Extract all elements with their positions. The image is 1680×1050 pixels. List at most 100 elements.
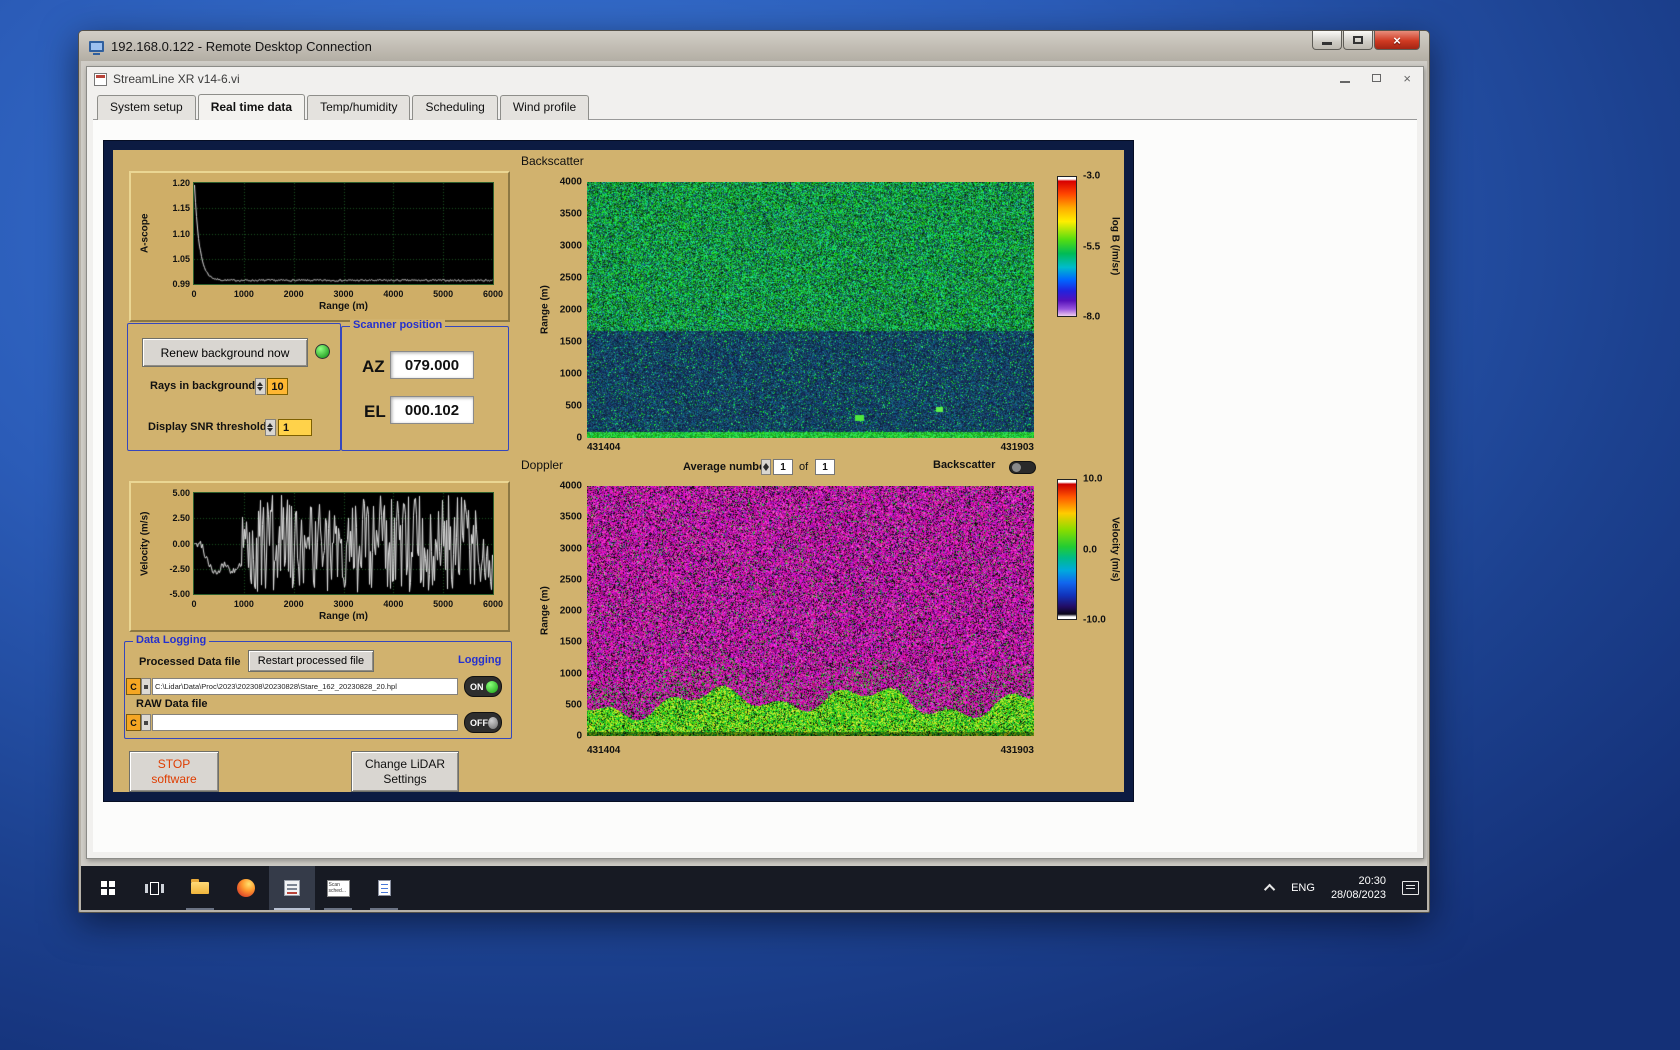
az-value-field[interactable]: 079.000	[390, 351, 474, 379]
file-explorer-button[interactable]	[177, 866, 223, 910]
average-of-field[interactable]: 1	[815, 459, 835, 475]
remote-desktop-icon	[89, 41, 104, 52]
increment-icon[interactable]	[257, 382, 263, 386]
ascope-y-ticks: 1.201.151.101.050.99	[159, 183, 190, 284]
tick-label: 1.15	[172, 203, 190, 213]
average-spinner[interactable]	[761, 459, 771, 475]
tick-label: 2500	[560, 574, 582, 585]
backscatter-heatmap[interactable]	[587, 182, 1034, 438]
tick-label: 2.50	[172, 513, 190, 523]
labview-app-icon	[284, 880, 300, 896]
app-restore-button[interactable]	[1372, 71, 1381, 85]
velocity-plot-area[interactable]	[193, 492, 494, 595]
labview-app-button[interactable]	[269, 866, 315, 910]
doppler-heatmap[interactable]	[587, 486, 1034, 736]
tick-label: 1500	[560, 337, 582, 348]
tab-system-setup[interactable]: System setup	[97, 95, 196, 120]
backscatter-x-start: 431404	[587, 442, 620, 453]
language-indicator[interactable]: ENG	[1291, 882, 1315, 894]
decrement-icon[interactable]	[267, 428, 273, 432]
maximize-button[interactable]	[1343, 31, 1373, 50]
processed-path-field[interactable]: C:\Lidar\Data\Proc\2023\202308\20230828\…	[152, 678, 458, 695]
backscatter-x-end: 431903	[934, 442, 1034, 453]
app-minimize-button[interactable]	[1340, 71, 1350, 85]
tick-label: 4000	[560, 177, 582, 188]
minimize-icon	[1340, 81, 1350, 83]
velocity-canvas	[194, 493, 493, 594]
rays-in-background-label: Rays in background	[150, 380, 255, 392]
snr-value-field[interactable]: 1	[278, 419, 312, 436]
notes-app-button[interactable]	[361, 866, 407, 910]
system-tray: ENG 20:30 28/08/2023	[1267, 866, 1419, 910]
tick-label: 2000	[560, 305, 582, 316]
tab-wind-profile[interactable]: Wind profile	[500, 95, 589, 120]
action-center-icon[interactable]	[1402, 881, 1419, 895]
app-window-controls: ×	[1340, 71, 1411, 85]
average-number-field[interactable]: 1	[773, 459, 793, 475]
raw-browse-button[interactable]	[141, 714, 151, 731]
tick-label: 3000	[560, 241, 582, 252]
doppler-y-axis-label: Range (m)	[538, 486, 552, 736]
ascope-plot-area[interactable]	[193, 182, 494, 285]
of-label: of	[799, 461, 808, 473]
app-titlebar[interactable]: StreamLine XR v14-6.vi ×	[87, 67, 1423, 91]
on-lamp-icon	[486, 681, 498, 693]
backscatter-view-toggle[interactable]	[1009, 461, 1036, 474]
average-number-label: Average number	[683, 461, 769, 473]
el-value-field[interactable]: 000.102	[390, 396, 474, 424]
maximize-icon	[1353, 36, 1363, 44]
rdp-titlebar[interactable]: 192.168.0.122 - Remote Desktop Connectio…	[79, 31, 1429, 61]
processed-drive-icon[interactable]: C	[126, 678, 141, 695]
tick-label: -10.0	[1083, 615, 1106, 626]
hidden-icons-chevron-icon[interactable]	[1264, 884, 1275, 895]
scan-scheduler-button[interactable]: Scan sched...	[315, 866, 361, 910]
velocity-plot-frame: Velocity (m/s) 5.002.500.00-2.50-5.00 01…	[129, 481, 510, 632]
tab-temp-humidity[interactable]: Temp/humidity	[307, 95, 410, 120]
document-icon	[378, 880, 391, 896]
restart-processed-file-button[interactable]: Restart processed file	[248, 650, 374, 672]
increment-icon[interactable]	[267, 423, 273, 427]
restore-icon	[1372, 74, 1381, 82]
stop-software-button[interactable]: STOP software	[129, 751, 219, 792]
tick-label: 2000	[284, 599, 304, 609]
firefox-icon	[237, 879, 255, 897]
close-button[interactable]: ×	[1374, 31, 1420, 50]
tick-label: 1000	[560, 668, 582, 679]
processed-browse-button[interactable]	[141, 678, 151, 695]
clock[interactable]: 20:30 28/08/2023	[1331, 874, 1386, 902]
tab-real-time-data[interactable]: Real time data	[198, 94, 305, 120]
tab-scheduling[interactable]: Scheduling	[412, 95, 497, 120]
renew-background-label: Renew background now	[161, 346, 290, 360]
tick-label: 4000	[560, 481, 582, 492]
decrement-icon[interactable]	[257, 387, 263, 391]
start-button[interactable]	[85, 866, 131, 910]
firefox-button[interactable]	[223, 866, 269, 910]
el-label: EL	[364, 402, 386, 422]
desktop: 192.168.0.122 - Remote Desktop Connectio…	[0, 0, 1680, 1050]
decrement-icon[interactable]	[763, 467, 769, 471]
logging-label: Logging	[458, 654, 501, 666]
tick-label: 3500	[560, 512, 582, 523]
date-text: 28/08/2023	[1331, 888, 1386, 902]
renew-background-button[interactable]: Renew background now	[142, 338, 308, 367]
tick-label: 6000	[483, 289, 503, 299]
rays-spinner[interactable]	[255, 378, 266, 395]
raw-drive-icon[interactable]: C	[126, 714, 141, 731]
minimize-button[interactable]	[1312, 31, 1342, 50]
stop-line2: software	[151, 772, 196, 787]
raw-path-field[interactable]	[152, 714, 458, 731]
scanner-position-title: Scanner position	[350, 319, 445, 331]
front-panel-area: A-scope 1.201.151.101.050.99 01000200030…	[93, 119, 1417, 852]
snr-spinner[interactable]	[265, 419, 276, 436]
task-view-button[interactable]	[131, 866, 177, 910]
tick-label: 0	[191, 289, 196, 299]
ascope-x-ticks: 0100020003000400050006000	[194, 289, 493, 300]
scan-scheduler-icon: Scan sched...	[327, 880, 350, 897]
raw-logging-toggle[interactable]: OFF	[464, 712, 502, 733]
change-lidar-settings-button[interactable]: Change LiDAR Settings	[351, 751, 459, 792]
tick-label: 0	[576, 433, 582, 444]
tick-label: 0.00	[172, 539, 190, 549]
app-close-button[interactable]: ×	[1403, 71, 1411, 85]
rays-value-field[interactable]: 10	[267, 378, 288, 395]
processed-logging-toggle[interactable]: ON	[464, 676, 502, 697]
